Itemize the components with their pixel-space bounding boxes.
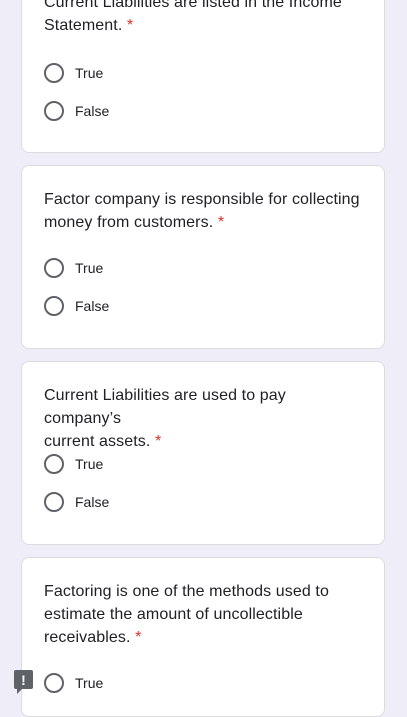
question-line: Current Liabilities are listed in the In… (44, 0, 342, 11)
required-asterisk: * (154, 433, 162, 450)
radio-button[interactable] (44, 673, 64, 693)
question-line: estimate the amount of uncollectible (44, 606, 303, 623)
question-card-4: Factoring is one of the methods used to … (21, 557, 385, 717)
question-card-3: Current Liabilities are used to pay comp… (21, 361, 385, 545)
question-line: receivables. (44, 629, 131, 646)
question-text: Current Liabilities are listed in the In… (44, 0, 360, 37)
question-line: Current Liabilities are used to pay comp… (44, 387, 286, 427)
radio-option-true[interactable]: True (44, 256, 103, 280)
option-label: True (75, 456, 104, 472)
radio-button[interactable] (44, 492, 64, 512)
radio-button[interactable] (44, 258, 64, 278)
question-line: current assets. (44, 433, 151, 450)
option-label: False (75, 298, 110, 314)
option-label: True (75, 260, 104, 276)
radio-option-false[interactable]: False (44, 99, 109, 123)
radio-button[interactable] (44, 454, 64, 474)
question-card-1: Current Liabilities are listed in the In… (21, 0, 385, 153)
option-label: False (75, 494, 110, 510)
radio-option-false[interactable]: False (44, 490, 109, 514)
question-card-2: Factor company is responsible for collec… (21, 165, 385, 349)
question-line: money from customers. (44, 214, 214, 231)
required-asterisk: * (126, 17, 134, 34)
radio-option-true[interactable]: True (44, 61, 103, 85)
option-label: False (75, 103, 110, 119)
question-text: Current Liabilities are used to pay comp… (44, 384, 360, 453)
radio-option-true[interactable]: True (44, 671, 103, 695)
question-line: Statement. (44, 17, 123, 34)
radio-option-true[interactable]: True (44, 452, 103, 476)
radio-option-false[interactable]: False (44, 294, 109, 318)
option-label: True (75, 675, 104, 691)
radio-button[interactable] (44, 101, 64, 121)
question-line: Factor company is responsible for collec… (44, 191, 360, 208)
radio-button[interactable] (44, 296, 64, 316)
required-asterisk: * (217, 214, 225, 231)
required-asterisk: * (135, 629, 142, 646)
radio-button[interactable] (44, 63, 64, 83)
option-label: True (75, 65, 104, 81)
question-text: Factoring is one of the methods used to … (44, 580, 360, 649)
question-line: Factoring is one of the methods used to (44, 583, 329, 600)
report-feedback-icon[interactable]: ! (14, 670, 33, 694)
question-text: Factor company is responsible for collec… (44, 188, 360, 234)
